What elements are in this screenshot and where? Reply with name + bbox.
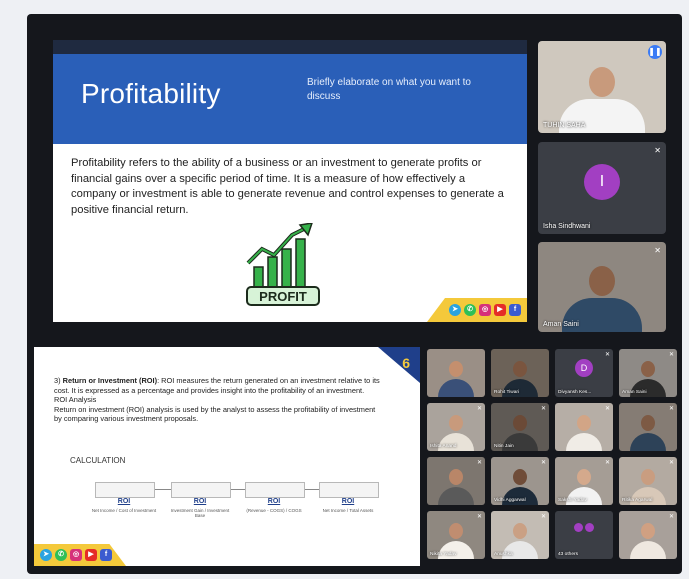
participant-tile[interactable]: ✕ Ritika Agarwal bbox=[619, 457, 677, 505]
mic-off-icon: ✕ bbox=[668, 406, 674, 412]
mic-off-icon: ✕ bbox=[668, 514, 674, 520]
mic-off-icon: ✕ bbox=[604, 460, 610, 466]
mic-off-icon: ✕ bbox=[476, 406, 482, 412]
presentation-secondary: 6 3) Return or Investment (ROI): ROI mea… bbox=[34, 347, 420, 566]
avatar: D bbox=[575, 359, 593, 377]
roi-label: ROI bbox=[117, 498, 131, 505]
mic-off-icon: ✕ bbox=[604, 406, 610, 412]
slide-title-banner: Profitability Briefly elaborate on what … bbox=[53, 54, 527, 144]
participant-tile[interactable]: ✕ Aman Saini bbox=[538, 242, 666, 332]
roi-label: ROI bbox=[193, 498, 207, 505]
instagram-icon: ◎ bbox=[479, 304, 491, 316]
avatar bbox=[585, 523, 594, 532]
mic-off-icon: ✕ bbox=[654, 146, 661, 155]
participant-name: 43 others bbox=[558, 552, 579, 557]
participant-name: Divyansh Kes... bbox=[558, 390, 592, 395]
slide-page-number: 6 bbox=[402, 355, 410, 371]
participant-tile[interactable]: ✕ Sakshi Yadav bbox=[555, 457, 613, 505]
roi-box bbox=[245, 482, 305, 498]
roi-formula: (Revenue - COGS) / COGS bbox=[246, 508, 302, 513]
slide-title: Profitability bbox=[81, 78, 221, 109]
participant-name: Rohit Tiwari bbox=[494, 390, 520, 395]
youtube-icon: ▶ bbox=[85, 549, 97, 561]
participant-tile[interactable]: D ✕ Divyansh Kes... bbox=[555, 349, 613, 397]
calculation-label: CALCULATION bbox=[70, 456, 126, 465]
presentation-main: Profitability Briefly elaborate on what … bbox=[53, 40, 527, 322]
participant-tile[interactable]: ✕ Nikita Yadav bbox=[427, 511, 485, 559]
speaking-indicator-icon: ❚❚ bbox=[648, 45, 662, 59]
participant-tile[interactable]: ✕ Aman Saini bbox=[619, 349, 677, 397]
participant-video bbox=[438, 361, 474, 397]
mic-off-icon: ✕ bbox=[540, 460, 546, 466]
slide-subtitle: Briefly elaborate on what you want to di… bbox=[307, 77, 471, 102]
roi-box bbox=[319, 482, 379, 498]
whatsapp-icon: ✆ bbox=[55, 549, 67, 561]
instagram-icon: ◎ bbox=[70, 549, 82, 561]
participant-video bbox=[566, 415, 602, 451]
telegram-icon: ➤ bbox=[449, 304, 461, 316]
participant-tile[interactable]: ✕ bbox=[427, 457, 485, 505]
roi-formula: Net Income / Total Assets bbox=[322, 508, 374, 513]
participant-tile[interactable]: ✕ Ishita Anand bbox=[427, 403, 485, 451]
participant-name: Aman Saini bbox=[622, 390, 647, 395]
roi-formula: Investment Gain / Investment Base bbox=[170, 508, 230, 518]
participant-tile[interactable]: ✕ Vidhi Aggarwal bbox=[491, 457, 549, 505]
participant-name: Anushka bbox=[494, 552, 513, 557]
mic-off-icon: ✕ bbox=[668, 460, 674, 466]
roi-formula: Net Income / Cost of Investment bbox=[91, 508, 157, 513]
participant-tile[interactable]: ✕ bbox=[619, 511, 677, 559]
mic-off-icon: ✕ bbox=[540, 406, 546, 412]
participant-tile[interactable]: Rohit Tiwari bbox=[491, 349, 549, 397]
roi-box bbox=[171, 482, 231, 498]
participant-video bbox=[630, 415, 666, 451]
participant-tile[interactable]: ✕ bbox=[555, 403, 613, 451]
participant-name: Sakshi Yadav bbox=[558, 498, 587, 503]
mic-off-icon: ✕ bbox=[654, 246, 661, 255]
participant-tile[interactable] bbox=[427, 349, 485, 397]
mic-off-icon: ✕ bbox=[604, 352, 610, 358]
roi-analysis-text: Return on investment (ROI) analysis is u… bbox=[54, 404, 376, 424]
participant-tile[interactable]: 43 others bbox=[555, 511, 613, 559]
roi-box bbox=[95, 482, 155, 498]
telegram-icon: ➤ bbox=[40, 549, 52, 561]
participant-name: Ritika Agarwal bbox=[622, 498, 653, 503]
facebook-icon: f bbox=[509, 304, 521, 316]
participant-name: TUHIN SAHA bbox=[543, 122, 586, 129]
participant-video bbox=[438, 469, 474, 505]
avatar bbox=[574, 523, 583, 532]
mic-off-icon: ✕ bbox=[540, 514, 546, 520]
mic-off-icon: ✕ bbox=[668, 352, 674, 358]
participant-name: Ishita Anand bbox=[430, 444, 457, 449]
participant-name: Isha Sindhwani bbox=[543, 223, 591, 230]
participant-name: Vidhi Aggarwal bbox=[494, 498, 526, 503]
roi-label: ROI bbox=[341, 498, 355, 505]
slide-body-text: Profitability refers to the ability of a… bbox=[71, 157, 504, 216]
profit-label: PROFIT bbox=[259, 289, 307, 304]
participant-tile-speaking[interactable]: ❚❚ TUHIN SAHA bbox=[538, 41, 666, 133]
youtube-icon: ▶ bbox=[494, 304, 506, 316]
others-avatars bbox=[574, 523, 594, 532]
participant-name: Nikita Yadav bbox=[430, 552, 457, 557]
participant-video bbox=[630, 523, 666, 559]
participant-name: Nitin Jain bbox=[494, 444, 514, 449]
roi-heading: Return or Investment (ROI) bbox=[62, 376, 158, 385]
slide-roi-text: 3) Return or Investment (ROI): ROI measu… bbox=[54, 376, 384, 424]
participant-tile[interactable]: ✕ bbox=[619, 403, 677, 451]
roi-label: ROI bbox=[267, 498, 281, 505]
facebook-icon: f bbox=[100, 549, 112, 561]
roi-analysis-heading: ROI Analysis bbox=[54, 395, 97, 405]
social-icons: ➤ ✆ ◎ ▶ f bbox=[40, 549, 112, 561]
participant-tile[interactable]: ✕ Anushka bbox=[491, 511, 549, 559]
participant-name: Aman Saini bbox=[543, 321, 579, 328]
slide-top-strip bbox=[53, 40, 527, 54]
mic-off-icon: ✕ bbox=[476, 514, 482, 520]
profit-chart-icon: PROFIT bbox=[246, 223, 320, 306]
avatar: I bbox=[584, 164, 620, 200]
social-icons: ➤ ✆ ◎ ▶ f bbox=[449, 304, 521, 316]
roi-heading-prefix: 3) bbox=[54, 376, 63, 385]
mic-off-icon: ✕ bbox=[476, 460, 482, 466]
whatsapp-icon: ✆ bbox=[464, 304, 476, 316]
participant-tile[interactable]: I ✕ Isha Sindhwani bbox=[538, 142, 666, 234]
participant-tile[interactable]: ✕ Nitin Jain bbox=[491, 403, 549, 451]
